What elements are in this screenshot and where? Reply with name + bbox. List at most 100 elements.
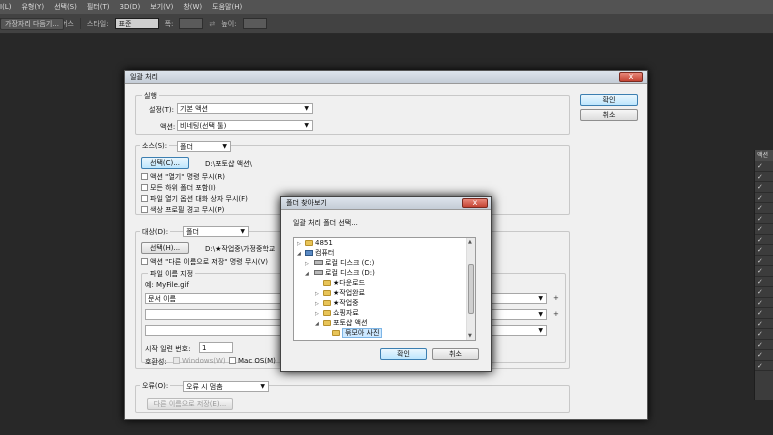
menu-filter[interactable]: 필터(T) [87, 2, 110, 12]
override-save-as-checkbox[interactable] [141, 258, 148, 265]
action-row[interactable]: ✓ [755, 361, 773, 371]
suppress-open-dialog-checkbox[interactable] [141, 195, 148, 202]
menu-help[interactable]: 도움말(H) [212, 2, 242, 12]
chevron-down-icon: ▼ [304, 122, 309, 129]
source-dropdown[interactable]: 폴더 ▼ [177, 141, 231, 152]
folder-icon [323, 310, 331, 316]
menu-window[interactable]: 창(W) [183, 2, 202, 12]
include-subfolders-checkbox[interactable] [141, 184, 148, 191]
action-row[interactable]: ✓ [755, 235, 773, 245]
browse-titlebar: 폴더 찾아보기 x [281, 197, 491, 210]
serial-label: 시작 일련 번호: [145, 345, 191, 353]
tree-item[interactable]: 컴퓨터 [305, 249, 334, 258]
tree-scrollbar[interactable]: ▲ ▼ [466, 238, 475, 340]
collapse-arrow-icon[interactable]: ◢ [315, 321, 319, 327]
action-row[interactable]: ✓ [755, 161, 773, 172]
folder-tree[interactable]: ▷ 4851 ◢ 컴퓨터 ▷ 로컬 디스크 (C:) ◢ 로컬 디스크 (D:)… [293, 237, 476, 341]
action-row[interactable]: ✓ [755, 214, 773, 224]
close-icon[interactable]: x [619, 72, 643, 82]
menu-bar: I(L) 유형(Y) 선택(S) 필터(T) 3D(D) 보기(V) 창(W) … [0, 0, 773, 14]
action-row[interactable]: ✓ [755, 287, 773, 298]
action-row[interactable]: ✓ [755, 256, 773, 266]
action-row[interactable]: ✓ [755, 340, 773, 350]
collapse-arrow-icon[interactable]: ◢ [297, 251, 301, 257]
save-as-button[interactable]: 다른 이름으로 저장(E)... [147, 398, 233, 410]
expand-arrow-icon[interactable]: ▷ [315, 301, 319, 307]
width-field[interactable] [179, 18, 204, 29]
action-row[interactable]: ✓ [755, 350, 773, 361]
ok-button[interactable]: 확인 [580, 94, 638, 106]
refine-edge-button[interactable]: 가장자리 다듬기... [0, 17, 64, 30]
action-row[interactable]: ✓ [755, 193, 773, 203]
windows-checkbox[interactable] [173, 357, 180, 364]
tree-item[interactable]: 포토샵 액션 [323, 319, 367, 328]
source-choose-button[interactable]: 선택(C)... [141, 157, 189, 169]
expand-arrow-icon[interactable]: ▷ [315, 311, 319, 317]
tree-item[interactable]: 쇼핑자료 [323, 309, 359, 318]
destination-dropdown[interactable]: 폴더 ▼ [183, 226, 249, 237]
action-row[interactable]: ✓ [755, 308, 773, 319]
windows-label: Windows(W) [182, 357, 226, 365]
tree-item[interactable]: 로컬 디스크 (C:) [314, 259, 374, 268]
set-dropdown[interactable]: 기본 액션 ▼ [177, 103, 313, 114]
folder-icon [305, 240, 313, 246]
macos-label: Mac OS(M) [238, 357, 276, 365]
override-open-checkbox[interactable] [141, 173, 148, 180]
height-field[interactable] [242, 18, 267, 29]
expand-arrow-icon[interactable]: ▷ [297, 241, 301, 247]
folder-icon [323, 290, 331, 296]
destination-label: 대상(D): [140, 227, 171, 237]
style-dropdown[interactable]: 표준 [114, 18, 159, 29]
browse-ok-button[interactable]: 확인 [380, 348, 427, 360]
action-dropdown[interactable]: 비네팅(선택 툴) ▼ [177, 120, 313, 131]
collapse-arrow-icon[interactable]: ◢ [305, 271, 309, 277]
tree-item[interactable]: 4851 [305, 239, 333, 248]
browse-cancel-button[interactable]: 취소 [432, 348, 479, 360]
file-naming-title: 파일 이름 지정 [148, 269, 196, 279]
expand-arrow-icon[interactable]: ▷ [305, 261, 309, 267]
suppress-profile-checkbox[interactable] [141, 206, 148, 213]
batch-title: 일괄 처리 [130, 73, 158, 81]
tree-item[interactable]: 로컬 디스크 (D:) [314, 269, 375, 278]
divider [79, 18, 81, 29]
action-row[interactable]: ✓ [755, 172, 773, 182]
tree-item[interactable]: ★작업중 [323, 299, 359, 308]
destination-path: D:\★작업중\가정중학교 [205, 245, 276, 253]
drive-icon [314, 270, 323, 275]
macos-checkbox[interactable] [229, 357, 236, 364]
cancel-button[interactable]: 취소 [580, 109, 638, 121]
actions-panel: 액션 ✓ ✓ ✓ ✓ ✓ ✓ ✓ ✓ ✓ ✓ ✓ ✓ ✓ ✓ ✓ ✓ ✓ ✓ ✓ ✓ [754, 150, 773, 400]
suppress-profile-label: 색상 프로필 경고 무시(P) [150, 206, 225, 214]
action-row[interactable]: ✓ [755, 319, 773, 329]
folder-icon [323, 300, 331, 306]
action-row[interactable]: ✓ [755, 329, 773, 340]
action-row[interactable]: ✓ [755, 224, 773, 235]
folder-icon [323, 320, 331, 326]
action-row[interactable]: ✓ [755, 298, 773, 308]
play-group-title: 실행 [142, 91, 159, 101]
menu-3d[interactable]: 3D(D) [119, 3, 140, 11]
action-row[interactable]: ✓ [755, 182, 773, 193]
action-row[interactable]: ✓ [755, 203, 773, 214]
action-row[interactable]: ✓ [755, 245, 773, 256]
errors-dropdown[interactable]: 오류 시 멈춤 ▼ [183, 381, 269, 392]
destination-choose-button[interactable]: 선택(H)... [141, 242, 189, 254]
action-row[interactable]: ✓ [755, 266, 773, 277]
scroll-thumb[interactable] [468, 264, 474, 314]
swap-icon[interactable]: ⇄ [209, 20, 215, 28]
menu-view[interactable]: 보기(V) [150, 2, 173, 12]
close-icon[interactable]: x [462, 198, 488, 208]
menu-select[interactable]: 선택(S) [54, 2, 77, 12]
tree-item-selected[interactable]: 묶모아 사진 [332, 328, 383, 338]
scroll-up-icon[interactable]: ▲ [468, 239, 472, 245]
tree-item[interactable]: ★작업완료 [323, 289, 365, 298]
tree-item[interactable]: ★다운로드 [323, 279, 365, 288]
serial-input[interactable]: 1 [199, 342, 233, 353]
menu-layer[interactable]: I(L) [0, 3, 11, 11]
action-row[interactable]: ✓ [755, 277, 773, 287]
suppress-open-dialog-label: 파일 열기 옵션 대화 상자 무시(F) [150, 195, 248, 203]
style-label: 스타일: [86, 19, 109, 28]
menu-type[interactable]: 유형(Y) [21, 2, 44, 12]
scroll-down-icon[interactable]: ▼ [468, 333, 472, 339]
expand-arrow-icon[interactable]: ▷ [315, 291, 319, 297]
